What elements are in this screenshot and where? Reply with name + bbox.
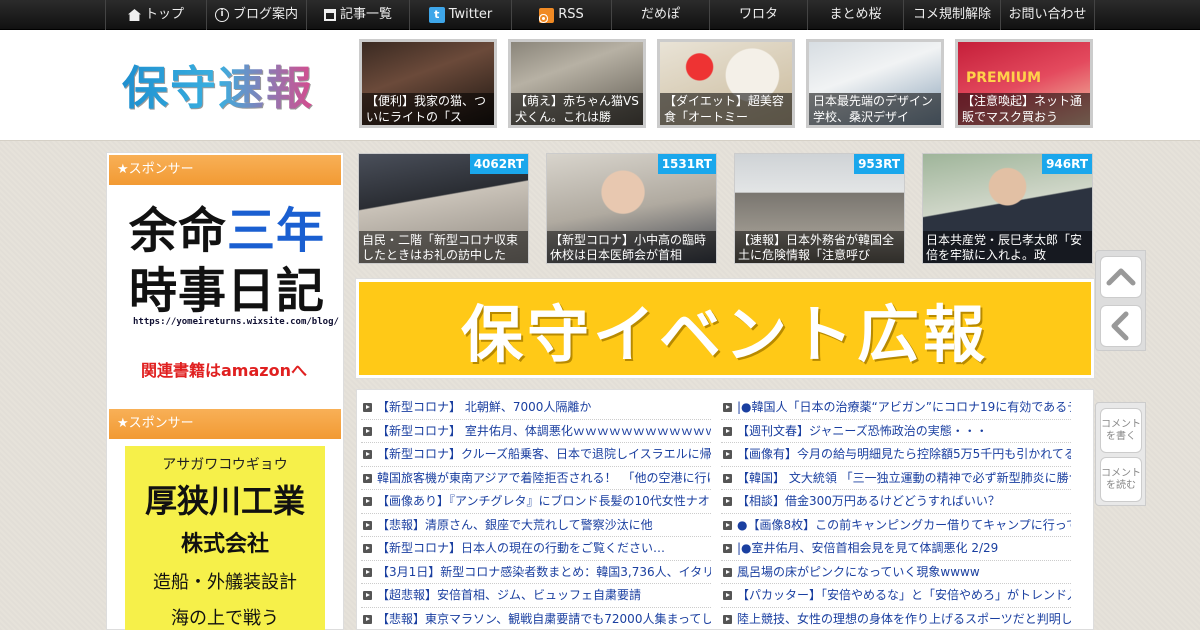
nav-top[interactable]: トップ — [105, 0, 206, 30]
popular-post-caption: 【速報】日本外務省が韓国全土に危険情報「注意呼び — [735, 231, 904, 263]
featured-thumb[interactable]: 【萌え】赤ちゃん猫VS犬くん。これは勝 — [508, 39, 646, 128]
featured-thumb-caption: 【注意喚起】ネット通販でマスク買おう — [958, 93, 1090, 125]
twitter-icon: t — [428, 7, 445, 23]
featured-thumb[interactable]: 【ダイエット】超美容食「オートミー — [657, 39, 795, 128]
read-comment-button[interactable]: コメントを読む — [1100, 457, 1142, 502]
featured-thumb[interactable]: 【便利】我家の猫、ついにライトの「ス — [359, 39, 497, 128]
nav-rss[interactable]: RSS — [511, 0, 611, 30]
popular-post[interactable]: 1531RT 【新型コロナ】小中高の臨時休校は日本医師会が首相 — [546, 153, 717, 264]
retweet-count-badge: 4062RT — [469, 154, 528, 174]
sponsor-heading: ★スポンサー — [109, 155, 341, 185]
article-list: 【新型コロナ】 北朝鮮、7000人隔離か 【新型コロナ】 室井佑月、体調悪化ｗｗ… — [356, 389, 1094, 630]
scroll-top-button[interactable] — [1100, 256, 1142, 298]
list-item[interactable]: 陸上競技、女性の理想の身体を作り上げるスポーツだと判明してしまう — [721, 608, 1071, 630]
nav-contact[interactable]: お問い合わせ — [1000, 0, 1095, 30]
list-item[interactable]: 【画像あり】『アンチグレタ』にブロンド長髪の10代女性ナオミ — [361, 490, 711, 514]
top-nav: トップ i ブログ案内 記事一覧 t Twitter RSS だめぽ ワロタ ま… — [0, 0, 1200, 30]
write-comment-button[interactable]: コメントを書く — [1100, 408, 1142, 453]
ad-corp-type: 株式会社 — [180, 532, 269, 557]
list-item[interactable]: 【相談】借金300万円あるけどどうすればいい？ — [721, 490, 1071, 514]
list-item[interactable]: 【週刊文春】ジャニーズ恐怖政治の実態・・・ — [721, 420, 1071, 443]
event-banner-text: 保守イベント広報 — [460, 297, 989, 371]
retweet-count-badge: 1531RT — [657, 154, 716, 174]
site-logo[interactable]: 保守速報 — [122, 52, 314, 118]
featured-thumb-caption: 【ダイエット】超美容食「オートミー — [660, 93, 792, 125]
list-item[interactable]: 【新型コロナ】日本人の現在の行動をご覧ください… — [361, 537, 711, 561]
rss-icon — [539, 7, 555, 23]
list-item[interactable]: 【新型コロナ】 北朝鮮、7000人隔離か — [361, 396, 711, 420]
list-item[interactable]: |●韓国人「日本の治療薬“アビガン”にコロナ19に有効であるデータ — [721, 396, 1071, 420]
site-header: 保守速報 【便利】我家の猫、ついにライトの「ス 【萌え】赤ちゃん猫VS犬くん。こ… — [0, 30, 1200, 141]
chevron-up-icon — [1106, 268, 1136, 286]
ad-corp-name: 厚狭川工業 — [144, 482, 305, 520]
list-item[interactable]: 【超悲報】安倍首相、ジム、ビュッフェ自粛要請 — [361, 584, 711, 608]
list-icon — [323, 9, 336, 21]
header-featured-thumbs: 【便利】我家の猫、ついにライトの「ス 【萌え】赤ちゃん猫VS犬くん。これは勝 【… — [359, 39, 1093, 128]
retweet-count-badge: 953RT — [854, 154, 904, 174]
list-item[interactable]: 【3月1日】新型コロナ感染者数まとめ：韓国3,736人、イタリア — [361, 561, 711, 584]
popular-post[interactable]: 953RT 【速報】日本外務省が韓国全土に危険情報「注意呼び — [734, 153, 905, 264]
ad-tagline: 海の上で戦う — [171, 608, 279, 629]
nav-comment-unblock[interactable]: コメ規制解除 — [903, 0, 1000, 30]
event-banner[interactable]: 保守イベント広報 — [356, 279, 1094, 378]
ad-title-line2: 時事日記 — [129, 263, 326, 319]
list-item[interactable]: 【パカッター】「安倍やめるな」と「安倍やめろ」がトレンド入り — [721, 584, 1071, 608]
featured-thumb-caption: 日本最先端のデザイン学校、桑沢デザイ — [809, 93, 941, 125]
sponsor-ad-yomei[interactable]: 余命三年 時事日記 https://yomeireturns.wixsite.c… — [107, 187, 343, 412]
popular-posts: 4062RT 自民・二階「新型コロナ収束したときはお礼の訪中した 1531RT … — [358, 153, 1093, 264]
comment-nav: コメントを書く コメントを読む — [1095, 402, 1146, 506]
premium-label: PREMIUM — [966, 70, 1042, 86]
featured-thumb[interactable]: 日本最先端のデザイン学校、桑沢デザイ — [806, 39, 944, 128]
nav-twitter[interactable]: t Twitter — [409, 0, 511, 30]
sponsor-heading: ★スポンサー — [109, 409, 341, 439]
nav-damepo[interactable]: だめぽ — [611, 0, 709, 30]
popular-post[interactable]: 4062RT 自民・二階「新型コロナ収束したときはお礼の訪中した — [358, 153, 529, 264]
info-icon: i — [214, 8, 229, 22]
list-item[interactable]: 【悲報】東京マラソン、観戦自粛要請でも72000人集まってしまう — [361, 608, 711, 630]
ad-url: https://yomeireturns.wixsite.com/blog/ — [133, 317, 339, 327]
nav-warota[interactable]: ワロタ — [709, 0, 807, 30]
home-icon — [127, 9, 141, 21]
retweet-count-badge: 946RT — [1042, 154, 1092, 174]
featured-thumb[interactable]: PREMIUM 【注意喚起】ネット通販でマスク買おう — [955, 39, 1093, 128]
list-item[interactable]: 風呂場の床がピンクになっていく現象wwww — [721, 561, 1071, 584]
nav-article-list[interactable]: 記事一覧 — [306, 0, 409, 30]
list-item[interactable]: 【悲報】清原さん、銀座で大荒れして警察沙汰に他 — [361, 514, 711, 537]
featured-thumb-caption: 【萌え】赤ちゃん猫VS犬くん。これは勝 — [511, 93, 643, 125]
popular-post-caption: 日本共産党・辰巳孝太郎「安倍を牢獄に入れよ。政 — [923, 231, 1092, 263]
list-item[interactable]: |●室井佑月、安倍首相会見を見て体調悪化 2/29 — [721, 537, 1071, 561]
list-item[interactable]: 【韓国】 文大統領 「三一独立運動の精神で必ず新型肺炎に勝つ」 — [721, 467, 1071, 490]
ad-kana: アサガワコウギョウ — [162, 457, 288, 473]
popular-post-caption: 【新型コロナ】小中高の臨時休校は日本医師会が首相 — [547, 231, 716, 263]
ad-service: 造船・外艤装設計 — [153, 572, 297, 593]
popular-post-caption: 自民・二階「新型コロナ収束したときはお礼の訪中した — [359, 231, 528, 263]
article-list-right: |●韓国人「日本の治療薬“アビガン”にコロナ19に有効であるデータ 【週刊文春】… — [721, 396, 1071, 630]
list-item[interactable]: 【新型コロナ】 室井佑月、体調悪化ｗｗｗｗｗｗｗｗｗｗｗｗｗｗ — [361, 420, 711, 443]
article-list-left: 【新型コロナ】 北朝鮮、7000人隔離か 【新型コロナ】 室井佑月、体調悪化ｗｗ… — [361, 396, 711, 630]
list-item[interactable]: ●【画像8枚】この前キャンピングカー借りてキャンプに行ってきた — [721, 514, 1071, 537]
ad-title-line1: 余命三年 — [129, 203, 326, 259]
nav-blog-info[interactable]: i ブログ案内 — [206, 0, 306, 30]
sponsor-ad-asagawa[interactable]: アサガワコウギョウ 厚狭川工業 株式会社 造船・外艤装設計 海の上で戦う — [125, 446, 325, 630]
floating-nav — [1095, 250, 1146, 351]
sidebar: ★スポンサー 余命三年 時事日記 https://yomeireturns.wi… — [106, 152, 344, 630]
list-item[interactable]: 【画像有】今月の給与明細見たら控除額5万5千円も引かれてるんだが — [721, 443, 1071, 467]
chevron-left-icon — [1111, 311, 1129, 341]
featured-thumb-caption: 【便利】我家の猫、ついにライトの「ス — [362, 93, 494, 125]
popular-post[interactable]: 946RT 日本共産党・辰巳孝太郎「安倍を牢獄に入れよ。政 — [922, 153, 1093, 264]
list-item[interactable]: 韓国旅客機が東南アジアで着陸拒否される！ 「他の空港に行け — [361, 467, 711, 490]
nav-matome-sakura[interactable]: まとめ桜 — [807, 0, 903, 30]
ad-amazon-link[interactable]: 関連書籍はamazonへ — [141, 357, 307, 381]
back-button[interactable] — [1100, 305, 1142, 347]
list-item[interactable]: 【新型コロナ】クルーズ船乗客、日本で退院しイスラエルに帰国 — [361, 443, 711, 467]
